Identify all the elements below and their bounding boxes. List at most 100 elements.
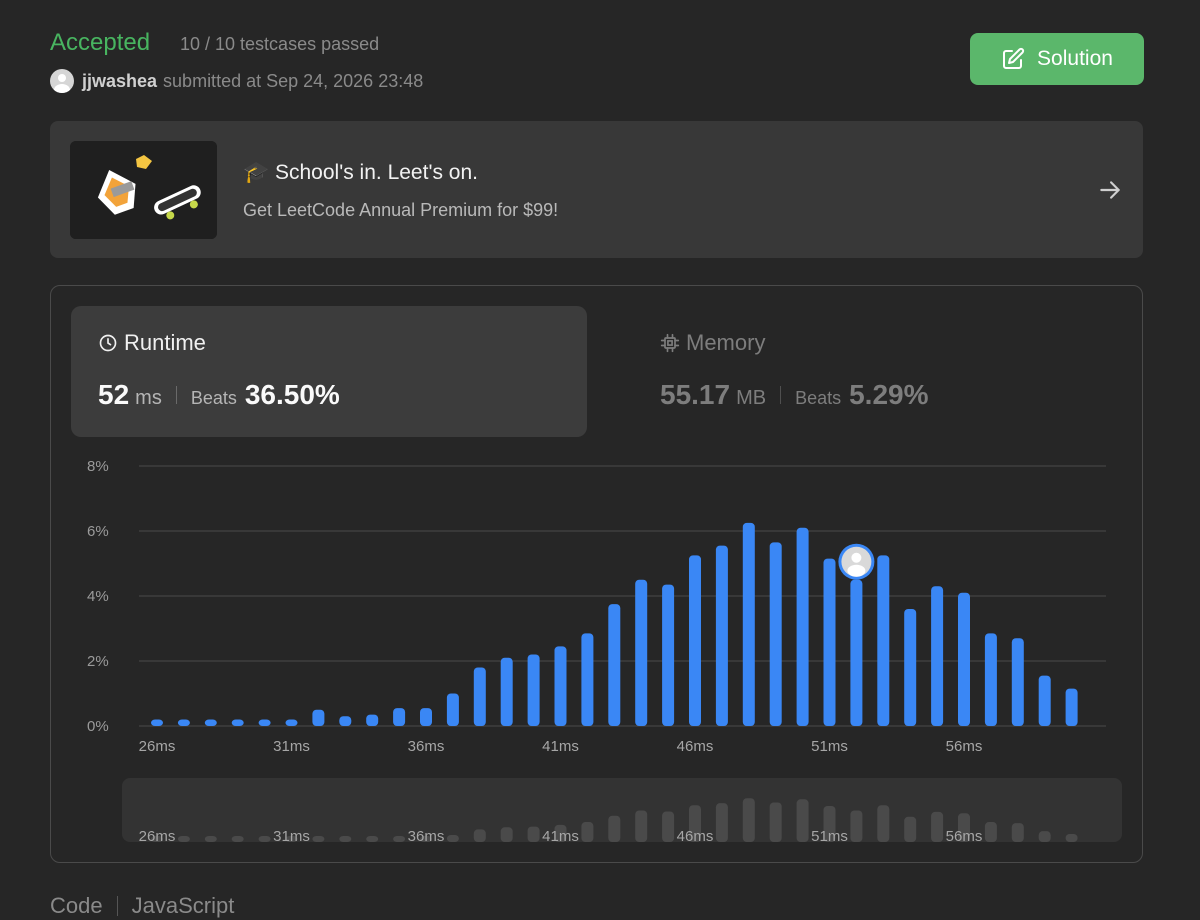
bar <box>204 719 217 726</box>
minimap-bar <box>608 815 621 842</box>
solution-button[interactable]: Solution <box>970 33 1144 85</box>
bar <box>904 609 917 726</box>
x-tick-label: 41ms <box>542 738 579 755</box>
minimap-bar <box>1011 823 1024 842</box>
minimap-bar <box>393 836 406 842</box>
bar <box>339 716 352 726</box>
minimap-bar <box>769 802 782 842</box>
edit-icon <box>1003 47 1025 69</box>
bar <box>689 555 701 726</box>
minimap-bar <box>931 811 944 842</box>
bar <box>527 654 540 726</box>
x-tick-label: 56ms <box>946 738 983 755</box>
bar <box>1038 675 1051 726</box>
minimap-bar <box>1038 831 1051 842</box>
x-tick-label: 46ms <box>677 738 714 755</box>
minimap-bar <box>177 836 190 842</box>
minimap-bar <box>339 836 352 842</box>
minimap-bar <box>258 836 271 842</box>
minimap-bar <box>877 805 890 842</box>
bar <box>742 522 755 726</box>
bar <box>796 527 809 726</box>
minimap-tick-label: 36ms <box>408 828 445 845</box>
bar <box>1011 638 1024 726</box>
y-tick-label: 2% <box>87 653 109 670</box>
bar <box>635 579 648 726</box>
minimap-bar <box>366 836 379 842</box>
divider <box>116 896 118 916</box>
bar <box>877 555 890 726</box>
bar <box>554 646 567 726</box>
minimap-tick-label: 51ms <box>811 828 848 845</box>
minimap-bar <box>635 810 648 842</box>
bar <box>715 545 728 726</box>
promo-subtitle: Get LeetCode Annual Premium for $99! <box>243 200 559 220</box>
minimap-tick-label: 26ms <box>139 828 176 845</box>
graduation-cap-icon: 🎓 <box>243 161 270 184</box>
minimap-bar <box>473 829 486 842</box>
testcases-passed: 10 / 10 testcases passed <box>180 34 380 54</box>
minimap-bar <box>500 827 513 842</box>
minimap-bar <box>850 810 863 842</box>
minimap-bar <box>984 822 997 842</box>
promo-banner[interactable]: 🎓 School's in. Leet's on. Get LeetCode A… <box>50 121 1143 258</box>
minimap-bar <box>715 803 728 842</box>
bar <box>177 719 190 726</box>
x-tick-label: 26ms <box>139 738 176 755</box>
username-link[interactable]: jjwashea <box>82 71 157 92</box>
bar <box>393 708 406 726</box>
language-label: JavaScript <box>131 893 235 918</box>
code-label: Code <box>50 893 103 918</box>
bar <box>984 633 997 726</box>
bar <box>312 709 325 726</box>
code-section-header: Code JavaScript <box>50 893 234 919</box>
bar <box>231 719 244 726</box>
bar <box>500 657 513 726</box>
bar <box>581 633 594 726</box>
y-tick-label: 4% <box>87 588 109 605</box>
bar <box>662 584 675 726</box>
bar <box>446 693 459 726</box>
minimap-tick-label: 46ms <box>677 828 714 845</box>
bar <box>769 542 782 726</box>
minimap-bar <box>1065 833 1078 842</box>
minimap-bar <box>796 799 809 842</box>
minimap-tick-label: 31ms <box>273 828 310 845</box>
x-tick-label: 51ms <box>811 738 848 755</box>
minimap-bar <box>742 798 755 842</box>
bar <box>823 558 836 726</box>
user-avatar[interactable] <box>50 69 74 93</box>
minimap-bar <box>312 836 325 842</box>
bar <box>420 708 432 726</box>
y-tick-label: 0% <box>87 718 109 735</box>
minimap-tick-label: 41ms <box>542 828 579 845</box>
promo-title: 🎓 School's in. Leet's on. <box>243 161 478 184</box>
user-position-avatar[interactable] <box>838 543 875 580</box>
submission-info: jjwashea submitted at Sep 24, 2026 23:48 <box>50 69 423 93</box>
minimap-bar <box>204 836 217 842</box>
bar <box>366 714 379 726</box>
minimap-bar <box>581 822 594 842</box>
bar <box>850 579 863 726</box>
y-tick-label: 8% <box>87 458 109 475</box>
minimap-bar <box>446 835 459 842</box>
bar <box>258 719 271 726</box>
bar <box>473 667 486 726</box>
bar <box>285 719 298 726</box>
arrow-right-icon[interactable] <box>1097 177 1123 203</box>
bar <box>608 604 621 726</box>
x-tick-label: 31ms <box>273 738 310 755</box>
x-tick-label: 36ms <box>408 738 445 755</box>
submitted-time: submitted at Sep 24, 2026 23:48 <box>163 70 424 91</box>
y-tick-label: 6% <box>87 523 109 540</box>
minimap-bar <box>662 811 675 842</box>
minimap-tick-label: 56ms <box>946 828 983 845</box>
minimap-bar <box>527 826 540 842</box>
bar <box>958 592 970 726</box>
promo-illustration <box>70 141 217 239</box>
submission-header: Accepted 10 / 10 testcases passed jjwash… <box>50 28 1144 98</box>
bar <box>931 586 944 726</box>
runtime-distribution-chart[interactable]: 0% 2% 4% 6% 8% 26ms 31ms 36ms 41ms 46ms 51ms 56ms 26… <box>51 286 1142 862</box>
minimap-bar <box>904 816 917 842</box>
bar <box>151 719 163 726</box>
